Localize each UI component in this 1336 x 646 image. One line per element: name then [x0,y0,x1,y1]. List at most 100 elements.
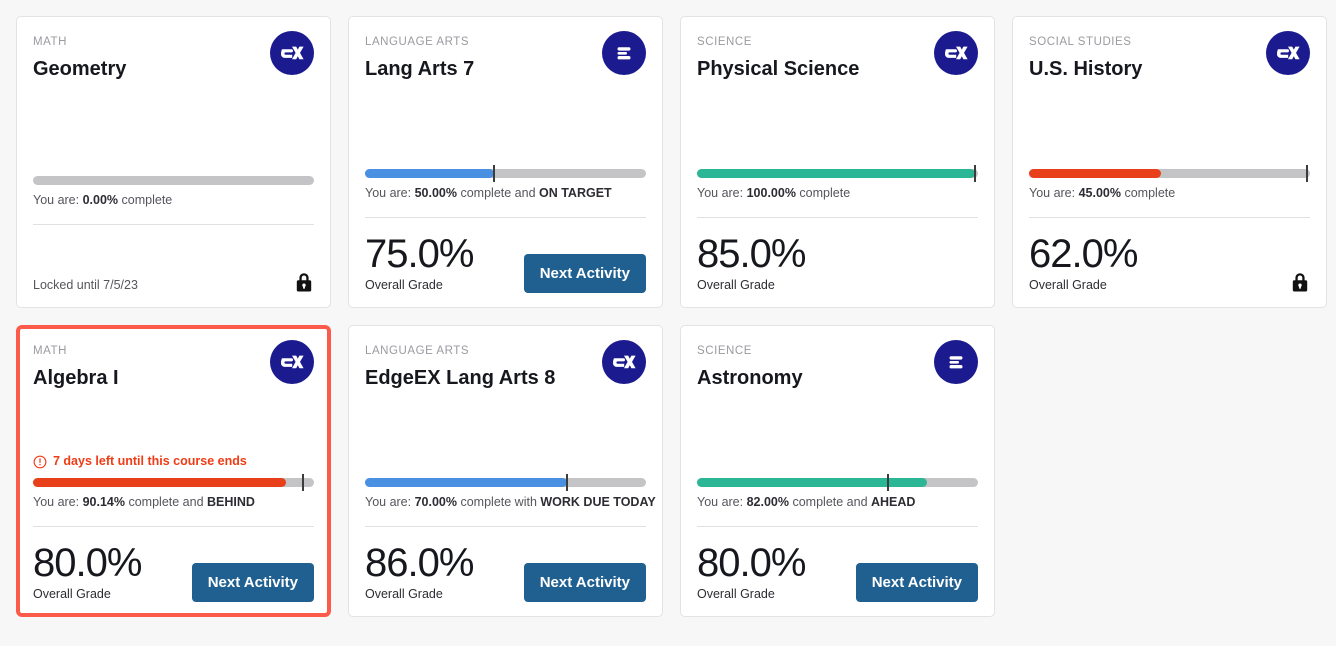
course-card[interactable]: SOCIAL STUDIESU.S. HistoryYou are: 45.00… [1012,16,1327,308]
course-card-cell: SCIENCEPhysical ScienceYou are: 100.00% … [680,16,1011,324]
card-divider [697,526,978,527]
progress-prefix: You are: [33,495,79,509]
progress-status-text: You are: 45.00% complete [1029,185,1310,201]
progress-middle-text: complete [118,193,172,207]
course-card-cell: SCIENCEAstronomyYou are: 82.00% complete… [680,325,1011,633]
progress-bar-track [33,176,314,185]
edgeex-e-icon [602,31,646,75]
progress-target-marker [493,165,495,182]
progress-section: You are: 50.00% complete and ON TARGET [365,93,646,201]
progress-status-badge: BEHIND [207,495,255,509]
warning-text: 7 days left until this course ends [53,454,247,469]
next-activity-button[interactable]: Next Activity [524,563,646,602]
card-footer: 85.0% Overall Grade [697,232,978,293]
progress-section: You are: 70.00% complete with WORK DUE T… [365,402,646,510]
progress-section: 7 days left until this course ends You ar… [33,402,314,510]
overall-grade-label: Overall Grade [1029,278,1137,293]
course-card-cell: LANGUAGE ARTSLang Arts 7 You are: 50.00% … [348,16,679,324]
progress-bar [365,169,646,178]
progress-bar [33,478,314,487]
progress-section: You are: 45.00% complete [1029,93,1310,201]
overall-grade-block: 75.0% Overall Grade [365,232,473,293]
overall-grade-block: 62.0% Overall Grade [1029,232,1137,293]
course-ending-warning: 7 days left until this course ends [33,454,314,469]
progress-bar-fill [697,169,975,178]
progress-status-text: You are: 0.00% complete [33,192,314,208]
card-header: LANGUAGE ARTSLang Arts 7 [365,35,646,93]
progress-status-text: You are: 90.14% complete and BEHIND [33,494,314,510]
course-card[interactable]: MATHAlgebra I7 days left until this cour… [16,325,331,617]
overall-grade-label: Overall Grade [697,278,805,293]
lock-icon [1290,271,1310,293]
progress-bar [33,176,314,185]
progress-bar-fill [365,169,494,178]
progress-bar-fill [33,478,286,487]
edgeex-ex-icon [270,340,314,384]
overall-grade-label: Overall Grade [697,587,805,602]
progress-target-marker [887,474,889,491]
progress-status-badge: AHEAD [871,495,915,509]
next-activity-button[interactable]: Next Activity [856,563,978,602]
progress-bar-fill [1029,169,1161,178]
edgeex-ex-icon [602,340,646,384]
progress-status-text: You are: 70.00% complete with WORK DUE T… [365,494,646,510]
progress-status-text: You are: 100.00% complete [697,185,978,201]
progress-percent-value: 90.14% [83,495,125,509]
progress-bar [365,478,646,487]
progress-percent-value: 82.00% [747,495,789,509]
course-card-cell: LANGUAGE ARTSEdgeEX Lang Arts 8 You are: … [348,325,679,633]
progress-section: You are: 82.00% complete and AHEAD [697,402,978,510]
locked-footer: Locked until 7/5/23 [33,225,314,293]
card-header: SCIENCEAstronomy [697,344,978,402]
progress-target-marker [974,165,976,182]
next-activity-button[interactable]: Next Activity [192,563,314,602]
next-activity-button[interactable]: Next Activity [524,254,646,293]
overall-grade-block: 85.0% Overall Grade [697,232,805,293]
course-card[interactable]: LANGUAGE ARTSLang Arts 7 You are: 50.00% … [348,16,663,308]
course-card[interactable]: MATHGeometryYou are: 0.00% completeLocke… [16,16,331,308]
overall-grade-block: 80.0% Overall Grade [697,541,805,602]
progress-middle-text: complete [1121,186,1175,200]
card-footer: 75.0% Overall Grade Next Activity [365,232,646,293]
progress-percent-value: 0.00% [83,193,118,207]
course-card[interactable]: SCIENCEAstronomyYou are: 82.00% complete… [680,325,995,617]
progress-middle-text: complete and [457,186,539,200]
overall-grade-value: 62.0% [1029,232,1137,276]
overall-grade-label: Overall Grade [365,278,473,293]
course-card[interactable]: SCIENCEPhysical ScienceYou are: 100.00% … [680,16,995,308]
progress-status-badge: WORK DUE TODAY [540,495,655,509]
progress-section: You are: 100.00% complete [697,93,978,201]
overall-grade-label: Overall Grade [33,587,141,602]
progress-bar [697,478,978,487]
progress-bar-fill [365,478,567,487]
card-footer: 80.0%Overall GradeNext Activity [33,541,314,602]
progress-middle-text: complete [796,186,850,200]
overall-grade-value: 85.0% [697,232,805,276]
progress-prefix: You are: [1029,186,1075,200]
progress-bar [1029,169,1310,178]
progress-target-marker [302,474,304,491]
card-divider [1029,217,1310,218]
edgeex-ex-icon [934,31,978,75]
overall-grade-value: 75.0% [365,232,473,276]
overall-grade-value: 86.0% [365,541,473,585]
progress-bar [697,169,978,178]
edgeex-ex-icon [1266,31,1310,75]
progress-prefix: You are: [365,186,411,200]
progress-percent-value: 45.00% [1079,186,1121,200]
edgeex-ex-icon [270,31,314,75]
progress-status-text: You are: 50.00% complete and ON TARGET [365,185,646,201]
progress-prefix: You are: [697,186,743,200]
course-card-grid: MATHGeometryYou are: 0.00% completeLocke… [0,0,1336,633]
overall-grade-label: Overall Grade [365,587,473,602]
progress-middle-text: complete with [457,495,540,509]
course-card[interactable]: LANGUAGE ARTSEdgeEX Lang Arts 8 You are: … [348,325,663,617]
edgeex-e-icon [934,340,978,384]
progress-section: You are: 0.00% complete [33,93,314,208]
card-header: LANGUAGE ARTSEdgeEX Lang Arts 8 [365,344,646,402]
progress-bar-fill [697,478,927,487]
overall-grade-value: 80.0% [697,541,805,585]
course-card-cell: MATHAlgebra I7 days left until this cour… [16,325,347,633]
progress-middle-text: complete and [125,495,207,509]
progress-percent-value: 70.00% [415,495,457,509]
